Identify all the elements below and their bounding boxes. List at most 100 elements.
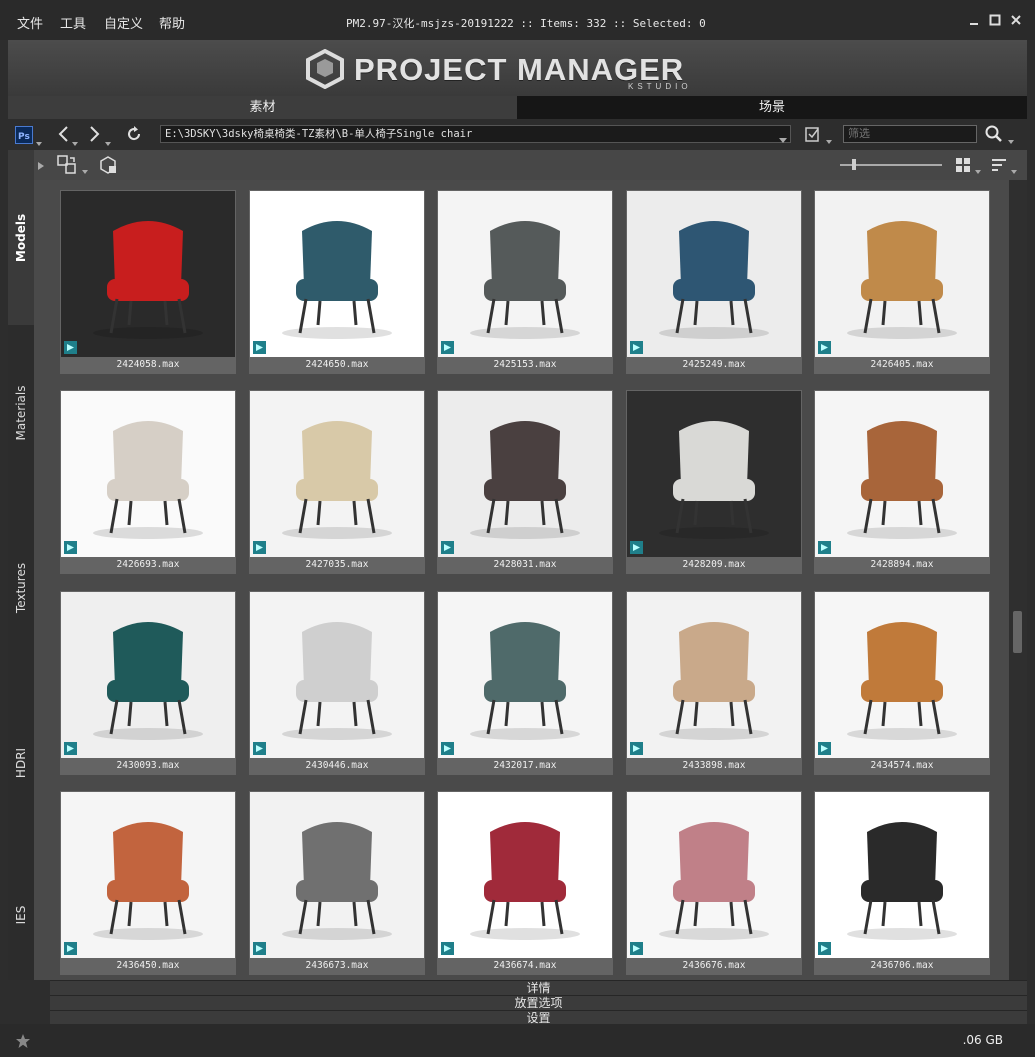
- asset-card[interactable]: 2428209.max: [626, 390, 802, 574]
- title-info: PM2.97-汉化-msjzs-20191222 :: Items: 332 :…: [346, 17, 706, 30]
- collapse-arrow-icon[interactable]: [38, 159, 44, 173]
- asset-card[interactable]: 2426693.max: [60, 390, 236, 574]
- back-history-icon[interactable]: [72, 135, 78, 149]
- sort-icon[interactable]: [990, 156, 1008, 177]
- menu-help[interactable]: 帮助: [159, 13, 185, 32]
- logo-banner: PROJECT MANAGER KSTUDIO: [8, 40, 1027, 96]
- asset-thumbnail: [627, 592, 801, 758]
- forward-history-icon[interactable]: [105, 135, 111, 149]
- path-dropdown-icon[interactable]: [779, 132, 787, 146]
- logo-subtitle: KSTUDIO: [628, 82, 692, 91]
- asset-card[interactable]: 2434574.max: [814, 591, 990, 775]
- asset-filename: 2430446.max: [305, 760, 369, 771]
- asset-card[interactable]: 2428031.max: [437, 390, 613, 574]
- max-file-icon: [818, 742, 831, 755]
- asset-card[interactable]: 2433898.max: [626, 591, 802, 775]
- asset-card[interactable]: 2436673.max: [249, 791, 425, 975]
- menu-file[interactable]: 文件: [17, 13, 43, 32]
- path-input[interactable]: [160, 125, 791, 143]
- asset-card[interactable]: 2428894.max: [814, 390, 990, 574]
- panel-details[interactable]: 详情: [50, 980, 1027, 995]
- sidebar-tab-materials[interactable]: Materials: [8, 325, 34, 500]
- max-file-icon: [64, 541, 77, 554]
- max-file-icon: [630, 742, 643, 755]
- sidebar-tab-models[interactable]: Models: [8, 150, 34, 325]
- maximize-icon[interactable]: [988, 13, 1002, 27]
- grid-view-icon[interactable]: [954, 156, 972, 177]
- toolbar: Ps: [8, 121, 1027, 149]
- view-filter-icon[interactable]: [803, 124, 823, 147]
- panel-placement-options[interactable]: 放置选项: [50, 995, 1027, 1010]
- asset-thumbnail: [250, 391, 424, 557]
- asset-card[interactable]: 2430093.max: [60, 591, 236, 775]
- slider-knob[interactable]: [852, 159, 856, 170]
- asset-filename: 2428209.max: [682, 559, 746, 570]
- asset-card[interactable]: 2426405.max: [814, 190, 990, 374]
- star-icon[interactable]: [15, 1033, 31, 1052]
- sidebar-tab-textures[interactable]: Textures: [8, 500, 34, 675]
- asset-filename: 2436706.max: [870, 960, 934, 971]
- asset-thumbnail: [438, 191, 612, 357]
- chevron-down-icon[interactable]: [36, 135, 42, 149]
- asset-card[interactable]: 2432017.max: [437, 591, 613, 775]
- asset-card[interactable]: 2430446.max: [249, 591, 425, 775]
- photoshop-icon[interactable]: Ps: [15, 126, 33, 147]
- asset-filename: 2432017.max: [493, 760, 557, 771]
- sync-icon[interactable]: [56, 154, 78, 179]
- asset-card[interactable]: 2424058.max: [60, 190, 236, 374]
- sidebar-label: Models: [14, 213, 28, 262]
- asset-card[interactable]: 2425249.max: [626, 190, 802, 374]
- sidebar-tab-ies[interactable]: IES: [8, 850, 34, 980]
- asset-card[interactable]: 2436450.max: [60, 791, 236, 975]
- refresh-icon[interactable]: [125, 125, 143, 146]
- asset-thumbnail: [61, 391, 235, 557]
- asset-filename: 2428031.max: [493, 559, 557, 570]
- sidebar-tab-hdri[interactable]: HDRI: [8, 675, 34, 850]
- chevron-down-icon[interactable]: [82, 163, 88, 177]
- max-file-icon: [253, 341, 266, 354]
- chevron-down-icon[interactable]: [1011, 163, 1017, 177]
- tab-assets[interactable]: 素材: [8, 96, 517, 119]
- asset-filename: 2427035.max: [305, 559, 369, 570]
- grid-scrollbar[interactable]: [1009, 180, 1027, 980]
- search-icon[interactable]: [984, 124, 1004, 147]
- asset-card[interactable]: 2436674.max: [437, 791, 613, 975]
- max-file-icon: [630, 341, 643, 354]
- asset-thumbnail: [61, 592, 235, 758]
- asset-card[interactable]: 2425153.max: [437, 190, 613, 374]
- cube-icon[interactable]: [97, 154, 119, 179]
- asset-card[interactable]: 2436706.max: [814, 791, 990, 975]
- sidebar-label: HDRI: [14, 747, 28, 778]
- max-file-icon: [253, 541, 266, 554]
- chevron-down-icon[interactable]: [1008, 133, 1014, 147]
- max-file-icon: [441, 942, 454, 955]
- filter-input[interactable]: [843, 125, 977, 143]
- max-file-icon: [441, 541, 454, 554]
- disk-usage: .06 GB: [962, 1033, 1003, 1047]
- asset-thumbnail: [61, 191, 235, 357]
- menu-customize[interactable]: 自定义: [104, 13, 143, 32]
- max-file-icon: [818, 541, 831, 554]
- asset-thumbnail: [815, 592, 989, 758]
- max-file-icon: [441, 341, 454, 354]
- forward-icon[interactable]: [88, 124, 102, 147]
- asset-browser: 2424058.max 2424650.max 2425153.max 2425249…: [34, 150, 1027, 980]
- menu-tools[interactable]: 工具: [60, 13, 86, 32]
- minimize-icon[interactable]: [967, 13, 981, 27]
- scrollbar-thumb[interactable]: [1013, 611, 1022, 653]
- tab-scenes[interactable]: 场景: [517, 96, 1027, 119]
- tab-bar: 素材 场景: [8, 96, 1027, 119]
- asset-card[interactable]: 2436676.max: [626, 791, 802, 975]
- chevron-down-icon[interactable]: [826, 133, 832, 147]
- asset-thumbnail: [250, 191, 424, 357]
- close-icon[interactable]: [1009, 13, 1023, 27]
- asset-card[interactable]: 2424650.max: [249, 190, 425, 374]
- logo-icon: [304, 48, 346, 92]
- asset-thumbnail: [627, 191, 801, 357]
- back-icon[interactable]: [56, 124, 70, 147]
- asset-card[interactable]: 2427035.max: [249, 390, 425, 574]
- panel-settings[interactable]: 设置: [50, 1010, 1027, 1025]
- chevron-down-icon[interactable]: [975, 163, 981, 177]
- max-file-icon: [818, 341, 831, 354]
- asset-thumbnail: [815, 391, 989, 557]
